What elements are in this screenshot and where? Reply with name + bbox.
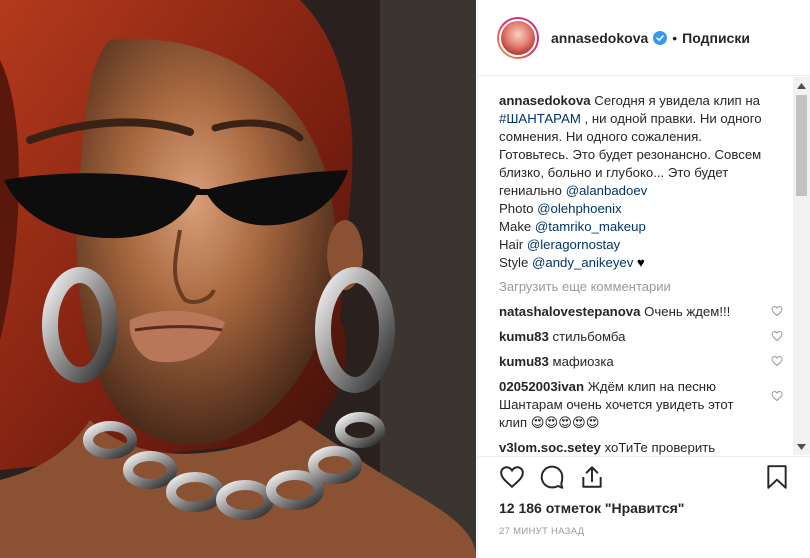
comment-item: kumu83 мафиозка xyxy=(499,353,783,371)
comment-username[interactable]: natashalovestepanova xyxy=(499,304,640,319)
comment-username[interactable]: 02052003ivan xyxy=(499,379,584,394)
comments-list: annasedokova Сегодня я увидела клип на #… xyxy=(499,92,783,455)
comment-item: kumu83 стильбомба xyxy=(499,328,783,346)
comment-icon[interactable] xyxy=(539,464,565,490)
comment-item: 02052003ivan Ждём клип на песню Шантарам… xyxy=(499,378,783,432)
instagram-post-view: annasedokova • Подписки annasedokova Сег… xyxy=(0,0,810,558)
comment-username[interactable]: kumu83 xyxy=(499,354,549,369)
mention-link[interactable]: @olehphoenix xyxy=(537,201,622,216)
hashtag-link[interactable]: #ШАНТАРАМ xyxy=(499,111,581,126)
avatar-image xyxy=(499,18,537,57)
share-icon[interactable] xyxy=(579,464,605,490)
mention-link[interactable]: @leragornostay xyxy=(527,237,620,252)
heart-outline-icon[interactable] xyxy=(771,390,783,402)
comments-scrollbar[interactable] xyxy=(793,77,810,455)
caption-username[interactable]: annasedokova xyxy=(499,93,591,108)
header-username[interactable]: annasedokova xyxy=(551,30,648,46)
post-actions: 12 186 отметок "Нравится" 27 минут назад xyxy=(478,456,810,558)
comment-username[interactable]: v3lom.soc.setey xyxy=(499,440,601,455)
comment-item: natashalovestepanova Очень ждем!!! xyxy=(499,303,783,321)
comment-text: мафиозка xyxy=(548,354,614,369)
comments-scroll-area[interactable]: annasedokova Сегодня я увидела клип на #… xyxy=(478,77,810,455)
post-caption: annasedokova Сегодня я увидела клип на #… xyxy=(499,92,771,272)
post-header: annasedokova • Подписки xyxy=(478,0,810,76)
post-side-panel: annasedokova • Подписки annasedokova Сег… xyxy=(477,0,810,558)
make-credit-label: Make xyxy=(499,219,535,234)
mention-link[interactable]: @tamriko_makeup xyxy=(535,219,646,234)
comment-item: v3lom.soc.setey хоТиТе проверить xyxy=(499,439,771,455)
photo-credit-label: Photo xyxy=(499,201,538,216)
scroll-down-icon[interactable] xyxy=(793,438,810,455)
style-credit-label: Style xyxy=(499,255,532,270)
avatar[interactable] xyxy=(497,16,539,59)
post-timestamp[interactable]: 27 минут назад xyxy=(499,526,584,537)
scrollbar-thumb[interactable] xyxy=(796,95,807,196)
heart-outline-icon[interactable] xyxy=(499,464,525,490)
heart-outline-icon[interactable] xyxy=(771,355,783,367)
post-photo[interactable] xyxy=(0,0,476,558)
caption-text-1: Сегодня я увидела клип на xyxy=(590,93,760,108)
header-separator: • xyxy=(672,29,678,46)
load-more-comments[interactable]: Загрузить еще комментарии xyxy=(499,278,771,296)
comment-text: Очень ждем!!! xyxy=(640,304,731,319)
verified-badge-icon xyxy=(653,30,668,45)
heart-outline-icon[interactable] xyxy=(771,305,783,317)
comment-username[interactable]: kumu83 xyxy=(499,329,549,344)
heart-emoji: ♥ xyxy=(633,255,645,270)
scroll-up-icon[interactable] xyxy=(793,77,810,94)
likes-count[interactable]: 12 186 отметок "Нравится" xyxy=(499,500,684,516)
bookmark-icon[interactable] xyxy=(766,464,788,490)
comment-text: стильбомба xyxy=(548,329,626,344)
portrait-illustration xyxy=(0,0,476,558)
hair-credit-label: Hair xyxy=(499,237,527,252)
mention-link[interactable]: @alanbadoev xyxy=(566,183,648,198)
comment-text: хоТиТе проверить xyxy=(600,440,716,455)
mention-link[interactable]: @andy_anikeyev xyxy=(532,255,633,270)
following-button[interactable]: Подписки xyxy=(682,30,750,46)
heart-outline-icon[interactable] xyxy=(771,330,783,342)
